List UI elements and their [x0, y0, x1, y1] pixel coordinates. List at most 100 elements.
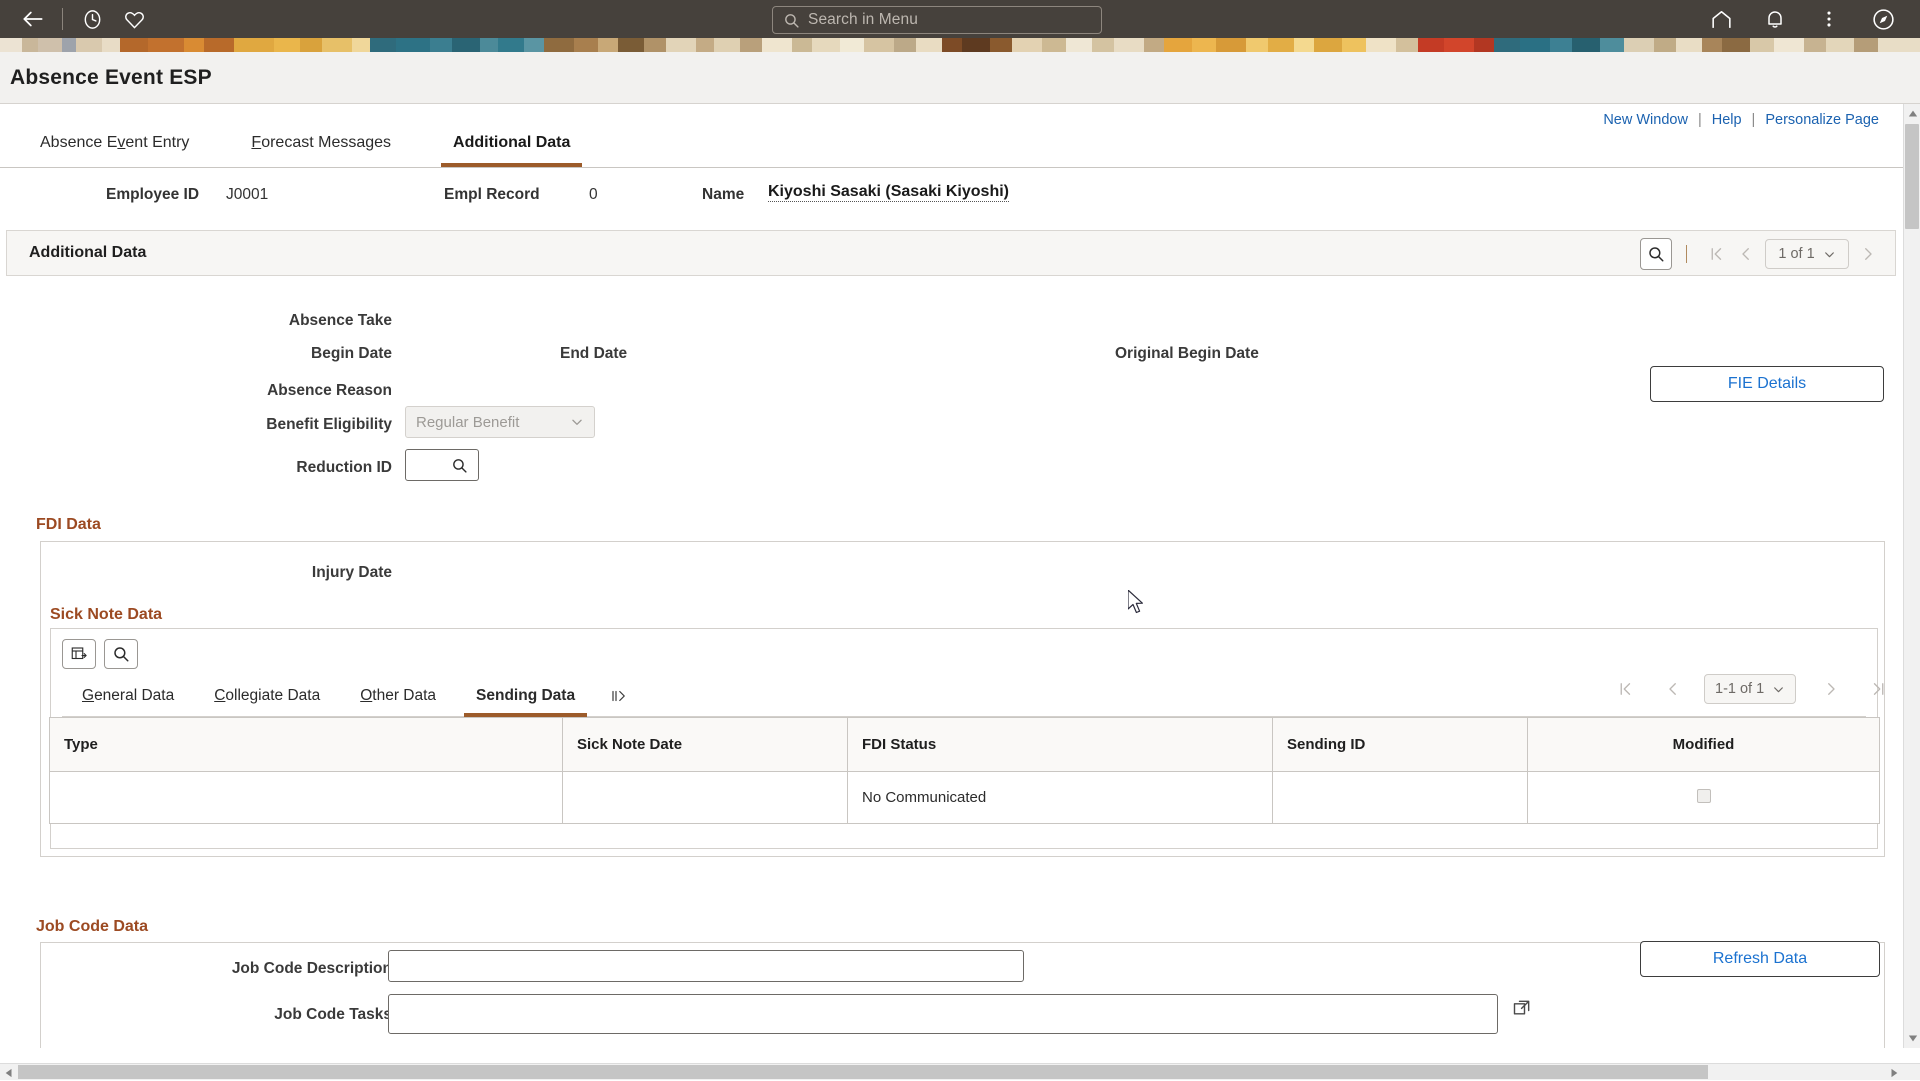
benefit-eligibility-value: Regular Benefit	[416, 414, 519, 431]
mouse-cursor	[1128, 590, 1148, 623]
fie-details-button[interactable]: FIE Details	[1650, 366, 1884, 402]
scroll-right-icon[interactable]	[1885, 1064, 1903, 1081]
grid-personalize-icon[interactable]	[62, 639, 96, 669]
begin-date-label: Begin Date	[120, 345, 392, 363]
absence-reason-label: Absence Reason	[120, 382, 392, 400]
horizontal-scrollbar-thumb[interactable]	[18, 1065, 1708, 1079]
open-in-new-window-icon[interactable]	[1512, 998, 1532, 1023]
horizontal-scrollbar[interactable]	[0, 1063, 1920, 1080]
grid-tab-label-collegiate-data: Collegiate Data	[214, 687, 320, 705]
grid-tab-sending-data[interactable]: Sending Data	[456, 676, 595, 716]
grid-tab-general-data[interactable]: General Data	[62, 676, 194, 716]
next-page-icon[interactable]	[1816, 674, 1846, 704]
search-placeholder: Search in Menu	[808, 11, 918, 29]
search-icon	[783, 12, 800, 29]
cell-fdi-status: No Communicated	[848, 772, 1273, 824]
reduction-id-lookup-button[interactable]	[405, 449, 479, 481]
modified-checkbox[interactable]	[1697, 789, 1711, 803]
back-arrow-icon[interactable]	[12, 0, 54, 38]
clock-icon[interactable]	[71, 0, 113, 38]
three-dots-icon[interactable]	[1802, 0, 1856, 38]
show-all-columns-icon[interactable]	[595, 676, 643, 716]
page-content: New Window | Help | Personalize Page Abs…	[0, 104, 1903, 1048]
previous-page-icon[interactable]	[1658, 674, 1688, 704]
header-divider	[62, 8, 63, 30]
next-page-icon[interactable]	[1853, 239, 1883, 269]
additional-data-group-title: Additional Data	[7, 244, 146, 262]
nav-divider	[1686, 245, 1687, 263]
table-header-row: Type Sick Note Date FDI Status Sending I…	[50, 718, 1880, 772]
grid-page-indicator-select[interactable]: 1-1 of 1	[1704, 674, 1796, 704]
job-code-data-section-title: Job Code Data	[36, 918, 148, 936]
employee-id-value: J0001	[226, 186, 268, 204]
search-icon[interactable]	[1640, 238, 1672, 270]
grid-find-icon[interactable]	[104, 639, 138, 669]
column-header-type[interactable]: Type	[50, 718, 563, 772]
fie-details-button-label: FIE Details	[1728, 375, 1806, 393]
page-title: Absence Event ESP	[0, 66, 212, 90]
cell-modified	[1528, 772, 1880, 824]
benefit-eligibility-select[interactable]: Regular Benefit	[405, 406, 595, 438]
page-indicator-select[interactable]: 1 of 1	[1765, 239, 1849, 269]
table-row: No Communicated	[50, 772, 1880, 824]
sick-note-grid-pagination: 1-1 of 1	[1610, 674, 1894, 704]
employee-id-label: Employee ID	[106, 186, 199, 204]
global-header-left-icons	[0, 0, 155, 38]
job-code-description-label: Job Code Description	[120, 960, 392, 978]
column-header-sick-note-date[interactable]: Sick Note Date	[563, 718, 848, 772]
tab-additional-data[interactable]: Additional Data	[431, 119, 592, 167]
grid-tab-label-other-data: Other Data	[360, 687, 436, 705]
last-page-icon[interactable]	[1864, 674, 1894, 704]
fdi-data-section-title: FDI Data	[36, 516, 101, 534]
additional-data-navigation: 1 of 1	[1640, 231, 1883, 277]
compass-icon[interactable]	[1856, 0, 1910, 38]
sick-note-grid-tabs: General Data Collegiate Data Other Data …	[62, 676, 1866, 717]
employee-summary-row: Employee ID J0001 Empl Record 0 Name Kiy…	[0, 172, 1903, 224]
cell-type[interactable]	[50, 772, 563, 824]
cell-sick-note-date[interactable]	[563, 772, 848, 824]
global-header-right-icons	[1694, 0, 1910, 38]
tab-absence-event-entry[interactable]: Absence Event Entry	[18, 119, 211, 167]
first-page-icon[interactable]	[1610, 674, 1640, 704]
global-header: Search in Menu	[0, 0, 1920, 38]
bell-icon[interactable]	[1748, 0, 1802, 38]
refresh-data-button[interactable]: Refresh Data	[1640, 941, 1880, 977]
vertical-scrollbar[interactable]	[1903, 104, 1920, 1048]
page-title-bar: Absence Event ESP	[0, 52, 1920, 104]
search-input[interactable]: Search in Menu	[772, 6, 1102, 34]
scroll-left-icon[interactable]	[0, 1064, 18, 1081]
reduction-id-label: Reduction ID	[120, 459, 392, 477]
first-page-icon[interactable]	[1701, 239, 1731, 269]
chevron-down-icon	[570, 415, 584, 429]
search-icon	[451, 457, 468, 474]
grid-tab-other-data[interactable]: Other Data	[340, 676, 456, 716]
scroll-up-icon[interactable]	[1904, 104, 1920, 124]
previous-page-icon[interactable]	[1731, 239, 1761, 269]
column-header-modified[interactable]: Modified	[1528, 718, 1880, 772]
scroll-down-icon[interactable]	[1904, 1028, 1920, 1048]
additional-data-group-header: Additional Data 1 of 1	[6, 230, 1896, 276]
job-code-description-input[interactable]	[388, 950, 1024, 982]
grid-page-indicator-label: 1-1 of 1	[1715, 681, 1764, 697]
heart-icon[interactable]	[113, 0, 155, 38]
page-tabs: Absence Event Entry Forecast Messages Ad…	[0, 118, 1903, 168]
original-begin-date-label: Original Begin Date	[1115, 345, 1345, 363]
column-header-fdi-status[interactable]: FDI Status	[848, 718, 1273, 772]
tab-label-additional-data: Additional Data	[453, 134, 570, 152]
job-code-tasks-input[interactable]	[388, 994, 1498, 1034]
tab-forecast-messages[interactable]: Forecast Messages	[229, 119, 413, 167]
cell-sending-id[interactable]	[1273, 772, 1528, 824]
sick-note-data-title: Sick Note Data	[50, 606, 162, 624]
chevron-down-icon	[1772, 683, 1785, 696]
vertical-scrollbar-thumb[interactable]	[1905, 124, 1919, 229]
empl-record-label: Empl Record	[444, 186, 540, 204]
end-date-label: End Date	[560, 345, 735, 363]
tab-label-absence-event-entry: Absence Event Entry	[40, 134, 189, 152]
refresh-data-button-label: Refresh Data	[1713, 950, 1807, 968]
absence-take-label: Absence Take	[120, 312, 392, 330]
grid-tab-collegiate-data[interactable]: Collegiate Data	[194, 676, 340, 716]
employee-name-label: Name	[702, 186, 744, 204]
home-icon[interactable]	[1694, 0, 1748, 38]
column-header-sending-id[interactable]: Sending ID	[1273, 718, 1528, 772]
employee-name-link[interactable]: Kiyoshi Sasaki (Sasaki Kiyoshi)	[768, 183, 1009, 202]
